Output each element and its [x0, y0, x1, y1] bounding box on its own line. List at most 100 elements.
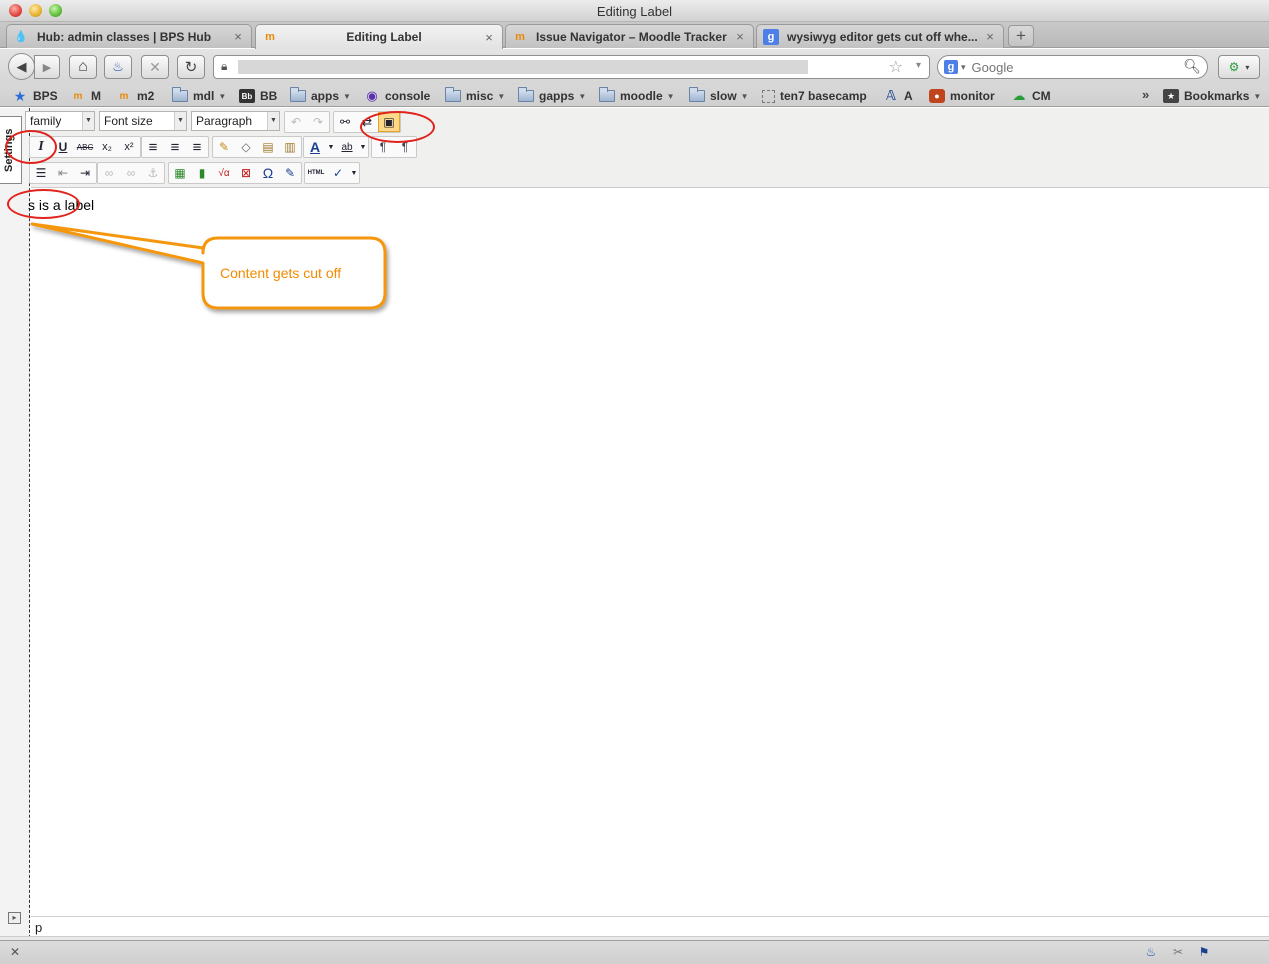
reload-icon: ↻: [184, 59, 198, 76]
bookmark-m[interactable]: m M: [70, 87, 101, 105]
undo-icon[interactable]: ↶: [285, 112, 307, 132]
url-history-dropdown-icon[interactable]: ▾: [916, 60, 921, 71]
new-tab-button[interactable]: +: [1008, 25, 1034, 47]
redo-icon[interactable]: ↷: [307, 112, 329, 132]
search-input[interactable]: [971, 59, 1172, 75]
tab-label: Issue Navigator – Moodle Tracker: [536, 29, 727, 44]
bookmark-folder-misc[interactable]: misc ▼: [445, 87, 505, 105]
equation-icon[interactable]: √α: [213, 163, 235, 183]
bookmark-folder-slow[interactable]: slow ▼: [689, 87, 749, 105]
chevron-down-icon[interactable]: ▼: [358, 137, 368, 157]
highlight-ring-settings: [5, 130, 57, 164]
editor-content[interactable]: s is a label: [28, 189, 1269, 916]
align-left-icon[interactable]: ≡: [142, 137, 164, 157]
search-icon[interactable]: 🔍︎: [1183, 58, 1201, 75]
chevron-down-icon[interactable]: ▼: [349, 163, 359, 183]
bookmark-label: moodle: [620, 89, 663, 103]
text-color-icon[interactable]: A: [304, 137, 326, 157]
star-bookmark-icon: ★: [13, 87, 27, 104]
chevron-down-icon: ▼: [497, 91, 506, 101]
tab-close-icon[interactable]: ×: [733, 29, 747, 44]
bookmark-folder-mdl[interactable]: mdl ▼: [172, 87, 226, 105]
expand-sidebar-icon[interactable]: ▸: [8, 912, 21, 924]
bookmark-monitor[interactable]: ● monitor: [929, 87, 995, 105]
search-engine-icon[interactable]: g: [944, 60, 958, 74]
bookmark-folder-gapps[interactable]: gapps ▼: [518, 87, 586, 105]
tab-google-search[interactable]: g wysiwyg editor gets cut off whe... ×: [756, 24, 1004, 48]
spellcheck-icon[interactable]: ✓: [327, 163, 349, 183]
chevron-down-icon[interactable]: ▼: [326, 137, 336, 157]
cleanup-icon[interactable]: ✎: [213, 137, 235, 157]
bookmarks-menu-button[interactable]: ★ Bookmarks ▼: [1163, 87, 1261, 105]
bookmark-cm[interactable]: ☁ CM: [1011, 87, 1051, 105]
bookmark-folder-apps[interactable]: apps ▼: [290, 87, 351, 105]
anchor-icon[interactable]: ⚓: [142, 163, 164, 183]
superscript-icon[interactable]: x²: [118, 137, 140, 157]
unordered-list-icon[interactable]: ☰: [30, 163, 52, 183]
addon-button[interactable]: ⚙ ▾: [1218, 55, 1260, 79]
unlink-icon[interactable]: ∞: [120, 163, 142, 183]
strikethrough-icon[interactable]: ABC: [74, 137, 96, 157]
bookmark-label: monitor: [950, 89, 995, 103]
find-icon[interactable]: ⚯: [334, 112, 356, 132]
image-icon[interactable]: ▦: [169, 163, 191, 183]
close-icon[interactable]: ✕: [10, 945, 20, 959]
tools-status-icon[interactable]: ✂: [1170, 945, 1186, 961]
bookmark-star-icon[interactable]: ☆: [889, 57, 903, 77]
nolink-icon[interactable]: ⊠: [235, 163, 257, 183]
font-family-select[interactable]: family ▼: [25, 111, 95, 131]
font-size-value: Font size: [104, 114, 153, 128]
highlight-color-icon[interactable]: ab: [336, 137, 358, 157]
cm-icon: ☁: [1012, 88, 1026, 103]
forward-button[interactable]: ▶: [34, 55, 60, 79]
bookmark-label: ten7 basecamp: [780, 89, 867, 103]
align-right-icon[interactable]: ≡: [186, 137, 208, 157]
bookmark-folder-moodle[interactable]: moodle ▼: [599, 87, 675, 105]
search-engine-dropdown-icon[interactable]: ▾: [961, 62, 966, 73]
stop-button[interactable]: ✕: [141, 55, 169, 79]
bookmark-console[interactable]: ◉ console: [364, 87, 430, 105]
bookmark-ten7-basecamp[interactable]: ten7 basecamp: [762, 87, 867, 105]
paste-text-icon[interactable]: ▤: [257, 137, 279, 157]
reload-button[interactable]: ↻: [177, 55, 205, 79]
font-size-select[interactable]: Font size ▼: [99, 111, 187, 131]
format-select[interactable]: Paragraph ▼: [191, 111, 280, 131]
bookmark-a[interactable]: 𝔸 A: [883, 87, 913, 105]
paste-word-icon[interactable]: ▥: [279, 137, 301, 157]
tab-close-icon[interactable]: ×: [983, 29, 997, 44]
chevron-down-icon: ▼: [1253, 91, 1262, 101]
back-button[interactable]: ◀: [8, 53, 35, 80]
search-bar[interactable]: g ▾ 🔍︎: [937, 55, 1208, 79]
html-icon[interactable]: HTML: [305, 163, 327, 183]
tab-close-icon[interactable]: ×: [482, 30, 496, 45]
media-icon[interactable]: ▮: [191, 163, 213, 183]
tab-editing-label[interactable]: m Editing Label ×: [255, 24, 503, 49]
url-bar[interactable]: 🔒︎ ☆ ▾: [213, 55, 930, 79]
eraser-icon[interactable]: ◇: [235, 137, 257, 157]
bookmark-m2[interactable]: m m2: [116, 87, 155, 105]
firebug-button[interactable]: ♨: [104, 55, 132, 79]
bookmarks-star-icon: ★: [1163, 89, 1179, 103]
indent-icon[interactable]: ⇥: [74, 163, 96, 183]
drupal-icon: 💧: [14, 31, 28, 43]
folder-icon: [445, 87, 461, 103]
chevron-down-icon: ▼: [343, 91, 351, 101]
home-button[interactable]: ⌂: [69, 55, 97, 79]
firebug-status-icon[interactable]: ♨: [1143, 945, 1159, 961]
bookmarks-overflow-chevron-icon[interactable]: »: [1142, 87, 1149, 102]
special-char-icon[interactable]: Ω: [257, 163, 279, 183]
flag-status-icon[interactable]: ⚑: [1196, 945, 1212, 961]
outdent-icon[interactable]: ⇤: [52, 163, 74, 183]
edit-icon[interactable]: ✎: [279, 163, 301, 183]
subscript-icon[interactable]: x₂: [96, 137, 118, 157]
tab-moodle-tracker[interactable]: m Issue Navigator – Moodle Tracker ×: [505, 24, 754, 48]
bookmark-bps[interactable]: ★ BPS: [12, 87, 58, 105]
link-icon[interactable]: ∞: [98, 163, 120, 183]
align-center-icon[interactable]: ≡: [164, 137, 186, 157]
google-icon: g: [763, 28, 779, 45]
navigation-toolbar: ▶ ◀ ⌂ ♨ ✕ ↻ 🔒︎ ☆ ▾ g ▾ 🔍︎ ⚙ ▾: [0, 49, 1269, 85]
tab-bps-hub[interactable]: 💧 Hub: admin classes | BPS Hub ×: [6, 24, 252, 48]
bookmark-label: gapps: [539, 89, 575, 103]
bookmark-bb[interactable]: Bb BB: [239, 87, 277, 105]
tab-close-icon[interactable]: ×: [231, 29, 245, 44]
